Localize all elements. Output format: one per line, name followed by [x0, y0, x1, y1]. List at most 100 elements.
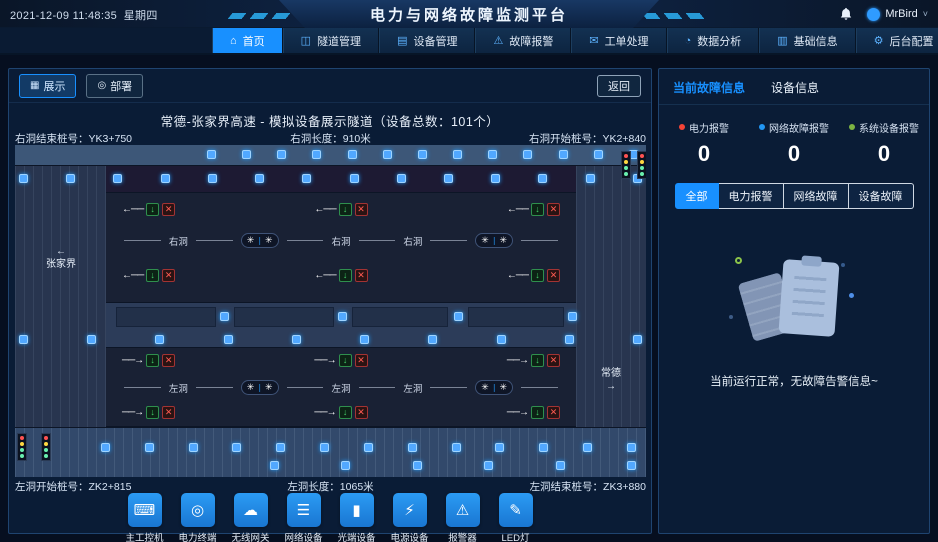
device-icon[interactable] — [364, 443, 373, 452]
device-icon[interactable] — [145, 443, 154, 452]
device-icon[interactable] — [484, 461, 493, 470]
jet-fan-pair[interactable]: ✳❘✳ — [241, 380, 279, 395]
notification-bell-icon[interactable] — [839, 7, 853, 21]
lane-sign-group[interactable]: ←──↓✕ — [507, 203, 560, 216]
device-icon[interactable] — [19, 335, 28, 344]
device-icon[interactable] — [428, 335, 437, 344]
tab-tunnel-manage[interactable]: ◫隧道管理 — [283, 28, 379, 53]
device-icon[interactable] — [538, 174, 547, 183]
lane-sign-group[interactable]: ←──↓✕ — [314, 269, 367, 282]
device-icon[interactable] — [350, 174, 359, 183]
device-icon[interactable] — [87, 335, 96, 344]
device-icon[interactable] — [556, 461, 565, 470]
device-icon[interactable] — [491, 174, 500, 183]
device-icon[interactable] — [594, 150, 603, 159]
device-icon[interactable] — [270, 461, 279, 470]
device-icon[interactable] — [312, 150, 321, 159]
lane-sign-group[interactable]: ──→↓✕ — [314, 354, 367, 367]
lane-sign-group[interactable]: ←──↓✕ — [122, 269, 175, 282]
filter-device-fault[interactable]: 设备故障 — [849, 183, 914, 209]
traffic-light[interactable] — [17, 433, 27, 461]
device-icon[interactable] — [101, 443, 110, 452]
device-icon[interactable] — [523, 150, 532, 159]
jet-fan-pair[interactable]: ✳❘✳ — [475, 380, 513, 395]
filter-all[interactable]: 全部 — [675, 183, 719, 209]
device-icon[interactable] — [232, 443, 241, 452]
tab-device-manage[interactable]: ▤设备管理 — [379, 28, 475, 53]
tube-name-label: 右洞 — [403, 234, 422, 248]
lane-sign-group[interactable]: ──→↓✕ — [122, 406, 175, 419]
deploy-button[interactable]: ◎部署 — [86, 74, 143, 98]
device-icon[interactable] — [539, 443, 548, 452]
device-icon[interactable] — [454, 312, 463, 321]
device-icon[interactable] — [586, 174, 595, 183]
device-icon[interactable] — [497, 335, 506, 344]
device-icon[interactable] — [495, 443, 504, 452]
tab-current-fault-info[interactable]: 当前故障信息 — [673, 79, 745, 96]
device-icon[interactable] — [413, 461, 422, 470]
device-icon[interactable] — [452, 443, 461, 452]
device-icon[interactable] — [277, 150, 286, 159]
device-icon[interactable] — [341, 461, 350, 470]
device-icon[interactable] — [565, 335, 574, 344]
lane-sign-group[interactable]: ←──↓✕ — [122, 203, 175, 216]
device-icon[interactable] — [348, 150, 357, 159]
show-button[interactable]: ▦展示 — [19, 74, 76, 98]
traffic-light[interactable] — [41, 433, 51, 461]
lane-sign-group[interactable]: ──→↓✕ — [314, 406, 367, 419]
device-icon[interactable] — [208, 174, 217, 183]
device-icon[interactable] — [155, 335, 164, 344]
device-icon[interactable] — [19, 174, 28, 183]
device-icon[interactable] — [302, 174, 311, 183]
lane-sign-group[interactable]: ←──↓✕ — [314, 203, 367, 216]
device-icon[interactable] — [207, 150, 216, 159]
device-icon[interactable] — [113, 174, 122, 183]
device-icon[interactable] — [397, 174, 406, 183]
tab-backend-config[interactable]: ⚙后台配置 — [856, 28, 938, 53]
left-tube-bore: ──→↓✕ ──→↓✕ ──→↓✕ 左洞 ✳❘✳ 左洞 左洞 ✳❘✳ ──→↓✕… — [106, 347, 576, 427]
device-icon[interactable] — [559, 150, 568, 159]
tab-home[interactable]: ⌂首页 — [212, 28, 283, 53]
tab-device-info[interactable]: 设备信息 — [771, 79, 819, 96]
device-icon[interactable] — [360, 335, 369, 344]
lane-sign-group[interactable]: ──→↓✕ — [122, 354, 175, 367]
device-icon[interactable] — [444, 174, 453, 183]
fault-info-panel: 当前故障信息 设备信息 电力报警 0 网络故障报警 0 系统设备报警 0 全部 … — [658, 68, 930, 534]
device-icon[interactable] — [418, 150, 427, 159]
tab-work-order[interactable]: ✉工单处理 — [571, 28, 666, 53]
device-icon[interactable] — [383, 150, 392, 159]
device-icon[interactable] — [453, 150, 462, 159]
device-icon[interactable] — [408, 443, 417, 452]
device-icon[interactable] — [66, 174, 75, 183]
jet-fan-pair[interactable]: ✳❘✳ — [475, 233, 513, 248]
device-icon[interactable] — [220, 312, 229, 321]
device-icon[interactable] — [292, 335, 301, 344]
device-icon[interactable] — [583, 443, 592, 452]
user-menu[interactable]: MrBird ˅ — [867, 8, 928, 21]
device-icon[interactable] — [488, 150, 497, 159]
device-icon[interactable] — [633, 335, 642, 344]
device-icon[interactable] — [224, 335, 233, 344]
lane-sign-group[interactable]: ←──↓✕ — [507, 269, 560, 282]
traffic-light[interactable] — [637, 151, 646, 179]
device-icon[interactable] — [338, 312, 347, 321]
device-icon[interactable] — [568, 312, 577, 321]
traffic-light[interactable] — [621, 151, 631, 179]
device-icon[interactable] — [189, 443, 198, 452]
tab-base-info[interactable]: ▥基础信息 — [759, 28, 855, 53]
lane-sign-group[interactable]: ──→↓✕ — [507, 354, 560, 367]
device-icon[interactable] — [242, 150, 251, 159]
device-icon[interactable] — [627, 461, 636, 470]
filter-network-fault[interactable]: 网络故障 — [784, 183, 849, 209]
device-icon[interactable] — [276, 443, 285, 452]
device-icon[interactable] — [255, 174, 264, 183]
tab-data-analysis[interactable]: ◔数据分析 — [667, 28, 760, 53]
device-icon[interactable] — [627, 443, 636, 452]
device-icon[interactable] — [161, 174, 170, 183]
jet-fan-pair[interactable]: ✳❘✳ — [241, 233, 279, 248]
tab-fault-alarm[interactable]: ⚠故障报警 — [475, 28, 571, 53]
lane-sign-group[interactable]: ──→↓✕ — [507, 406, 560, 419]
back-button[interactable]: 返回 — [597, 75, 641, 97]
device-icon[interactable] — [320, 443, 329, 452]
filter-power-alarm[interactable]: 电力报警 — [719, 183, 784, 209]
